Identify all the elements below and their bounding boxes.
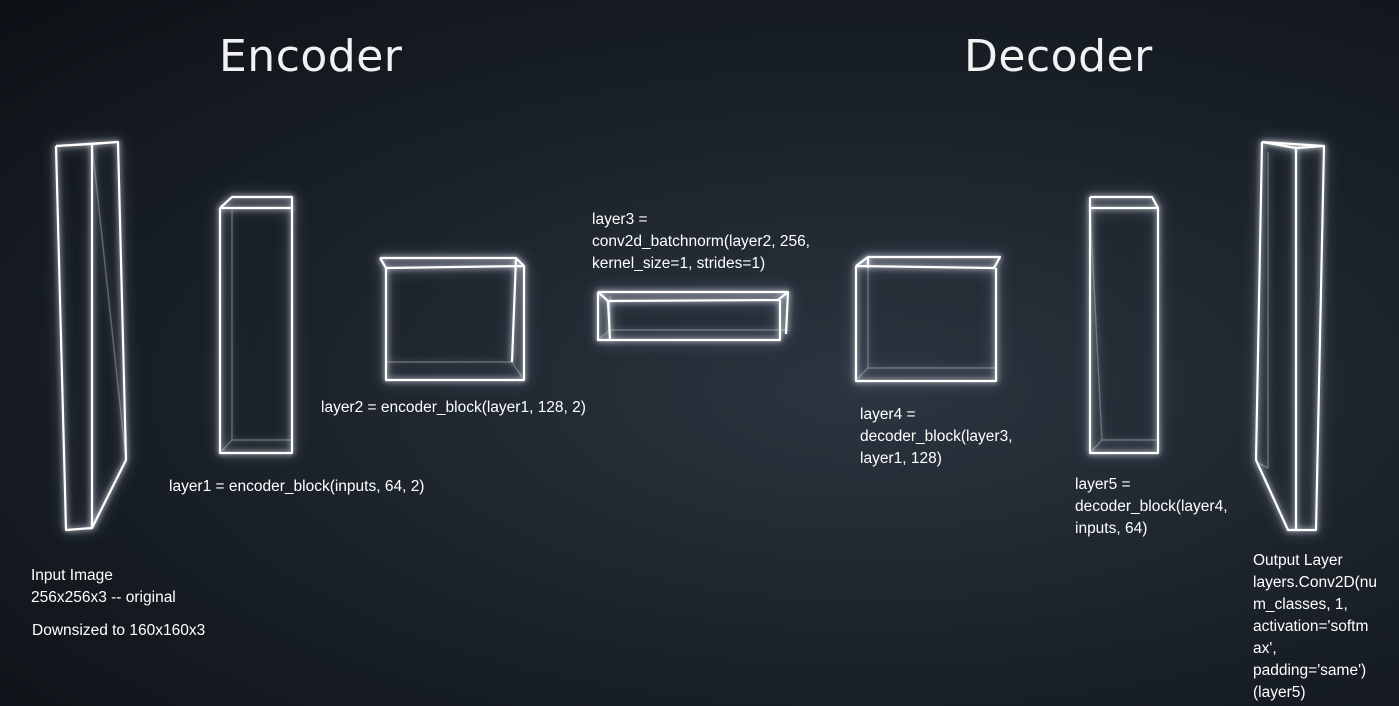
layer1-label: layer1 = encoder_block(inputs, 64, 2) xyxy=(169,478,425,495)
decoder-heading: Decoder xyxy=(964,31,1153,82)
input-image-block xyxy=(54,140,128,532)
layer1-block xyxy=(218,195,294,455)
layer3-block xyxy=(596,290,790,342)
layer4-label: layer4 = decoder_block(layer3, layer1, 1… xyxy=(860,406,1013,467)
layer2-label: layer2 = encoder_block(layer1, 128, 2) xyxy=(321,399,586,416)
layer5-block xyxy=(1088,195,1160,455)
encoder-heading: Encoder xyxy=(219,31,403,82)
layer4-block xyxy=(854,255,1002,383)
layer2-block xyxy=(379,256,526,382)
input-image-label: Input Image 256x256x3 -- original xyxy=(31,567,176,606)
layer3-label: layer3 = conv2d_batchnorm(layer2, 256, k… xyxy=(592,211,810,272)
layer5-label: layer5 = decoder_block(layer4, inputs, 6… xyxy=(1075,476,1228,537)
downsized-label: Downsized to 160x160x3 xyxy=(32,622,206,639)
network-diagram xyxy=(54,140,1326,532)
output-layer-block xyxy=(1254,140,1326,532)
output-layer-label: Output Layer layers.Conv2D(nu m_classes,… xyxy=(1253,552,1378,701)
